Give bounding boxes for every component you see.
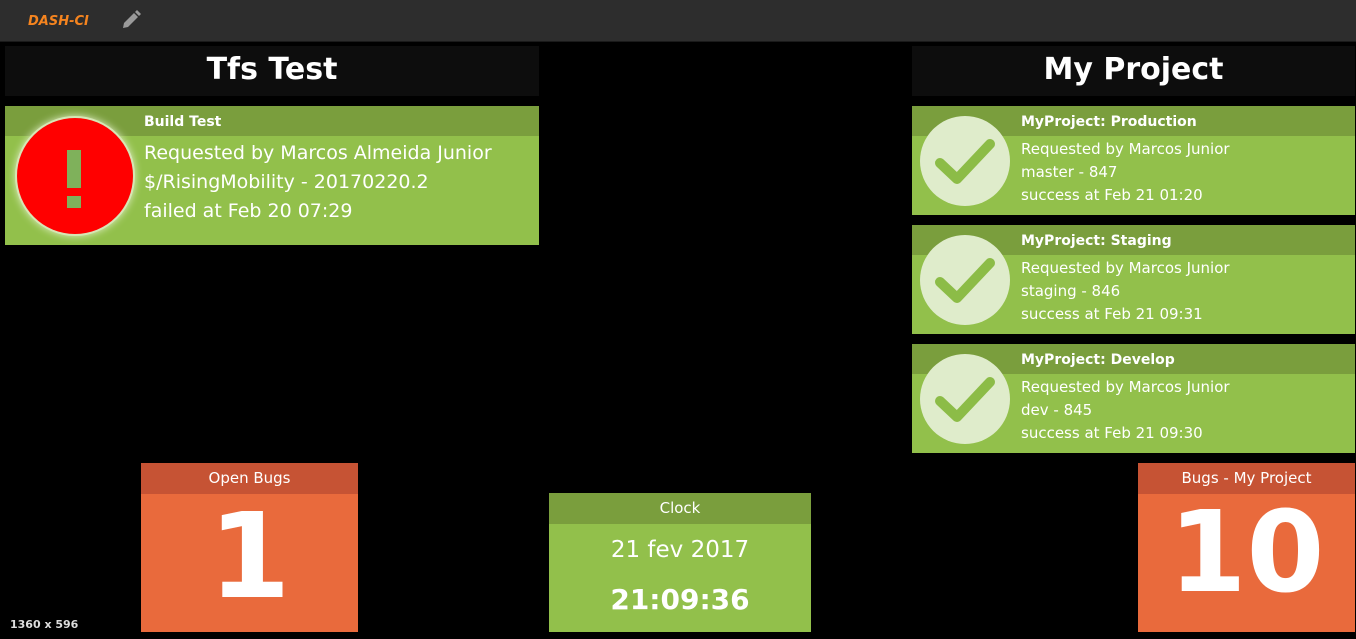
- build-status: failed at Feb 20 07:29: [144, 200, 353, 222]
- column-title-my-project: My Project: [912, 46, 1355, 96]
- build-name: MyProject: Staging: [1021, 233, 1172, 249]
- build-requested-by: Requested by Marcos Junior: [1021, 140, 1230, 158]
- build-branch: master - 847: [1021, 163, 1118, 181]
- bugs-my-project-count: 10: [1168, 488, 1325, 618]
- checkmark-icon: [920, 116, 1010, 206]
- build-card-build-test[interactable]: Build Test Requested by Marcos Almeida J…: [5, 106, 539, 245]
- build-requested-by: Requested by Marcos Junior: [1021, 259, 1230, 277]
- build-requested-by: Requested by Marcos Almeida Junior: [144, 142, 492, 164]
- build-name: Build Test: [144, 114, 222, 130]
- build-status: success at Feb 21 01:20: [1021, 186, 1203, 204]
- checkmark-icon: [920, 354, 1010, 444]
- build-branch: staging - 846: [1021, 282, 1121, 300]
- build-source: $/RisingMobility - 20170220.2: [144, 171, 429, 193]
- brand-logo[interactable]: DASH-CI: [28, 14, 89, 29]
- build-card-staging[interactable]: MyProject: Staging Requested by Marcos J…: [912, 225, 1355, 334]
- open-bugs-count: 1: [208, 487, 291, 625]
- build-card-production[interactable]: MyProject: Production Requested by Marco…: [912, 106, 1355, 215]
- error-exclamation-icon: [17, 118, 133, 234]
- top-bar: DASH-CI: [0, 0, 1356, 41]
- clock-date: 21 fev 2017: [610, 537, 750, 563]
- build-name: MyProject: Develop: [1021, 352, 1175, 368]
- build-card-develop[interactable]: MyProject: Develop Requested by Marcos J…: [912, 344, 1355, 453]
- clock-time: 21:09:36: [610, 583, 750, 616]
- column-title-tfs-test: Tfs Test: [5, 46, 539, 96]
- pencil-icon[interactable]: [120, 9, 142, 31]
- open-bugs-tile[interactable]: Open Bugs 1: [141, 463, 358, 632]
- clock-title: Clock: [549, 493, 811, 524]
- checkmark-icon: [920, 235, 1010, 325]
- resolution-label: 1360 x 596: [10, 618, 79, 631]
- build-name: MyProject: Production: [1021, 114, 1197, 130]
- build-status: success at Feb 21 09:31: [1021, 305, 1203, 323]
- build-branch: dev - 845: [1021, 401, 1093, 419]
- build-status: success at Feb 21 09:30: [1021, 424, 1203, 442]
- clock-widget[interactable]: Clock 21 fev 2017 21:09:36: [549, 493, 811, 632]
- bugs-my-project-tile[interactable]: Bugs - My Project 10: [1138, 463, 1355, 632]
- build-requested-by: Requested by Marcos Junior: [1021, 378, 1230, 396]
